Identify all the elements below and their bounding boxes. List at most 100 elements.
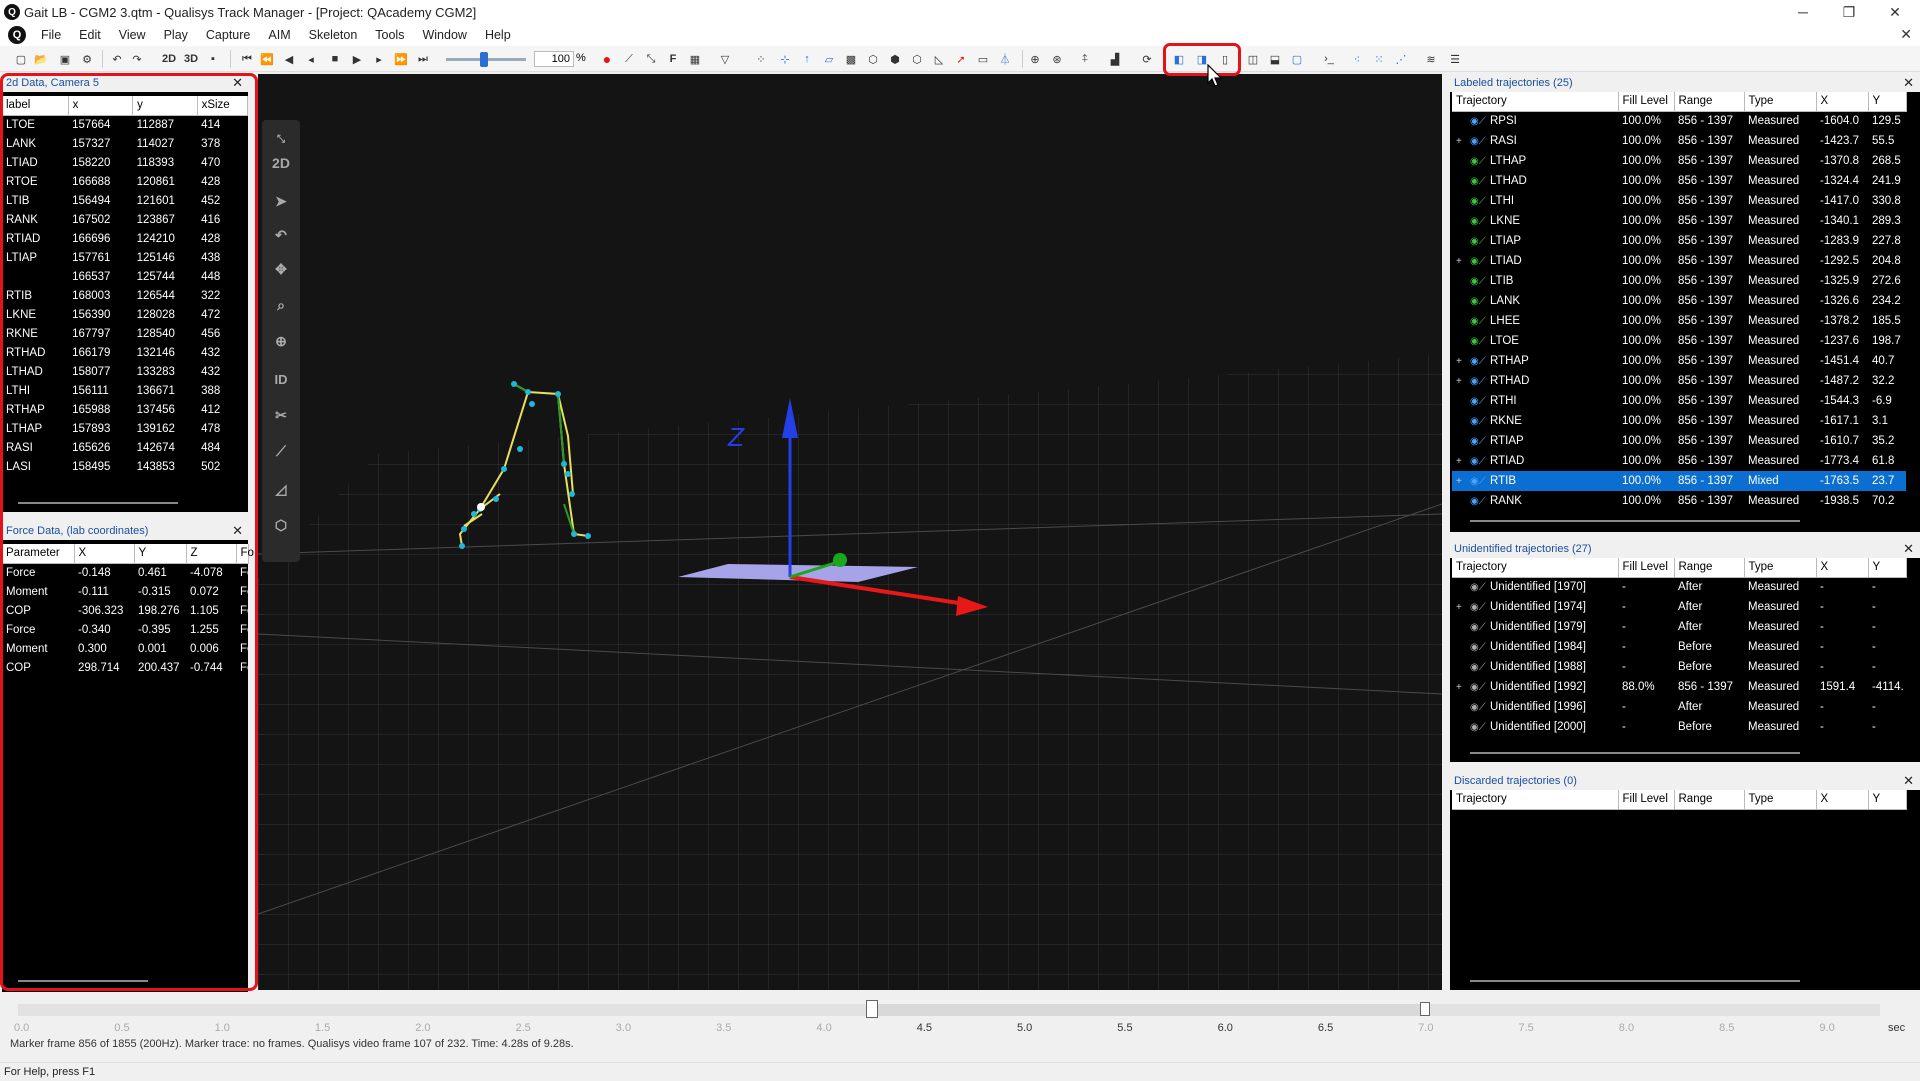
column-header[interactable]: Range bbox=[1674, 790, 1745, 810]
expand-icon[interactable]: + bbox=[1456, 602, 1470, 613]
trajectory-row[interactable]: + ◉⟋ RTIAD 100.0% 856 - 1397 Measured -1773.4 6… bbox=[1452, 451, 1906, 471]
step-back-icon[interactable]: ◀ bbox=[280, 50, 298, 68]
trajectory-row[interactable]: ◉⟋ Unidentified [1988] - Before Measured - - bbox=[1452, 657, 1906, 677]
view-3d-button[interactable]: 3D bbox=[180, 50, 202, 68]
go-to-end-icon[interactable]: ⏭ bbox=[414, 50, 432, 68]
horizontal-scrollbar[interactable] bbox=[1470, 980, 1800, 982]
close-panel-icon[interactable]: ✕ bbox=[1903, 74, 1914, 92]
column-header[interactable]: Trajectory bbox=[1452, 92, 1619, 112]
video-view-icon[interactable]: ▪ bbox=[204, 50, 222, 68]
column-header[interactable]: Type bbox=[1744, 558, 1817, 578]
trajectory-row[interactable]: ◉⟋ RTIAP 100.0% 856 - 1397 Measured -1610.7 35… bbox=[1452, 431, 1906, 451]
skeleton-view-icon[interactable]: ⏃ bbox=[996, 50, 1014, 68]
pan-icon[interactable]: ✥ bbox=[262, 254, 300, 284]
menu-skeleton[interactable]: Skeleton bbox=[300, 24, 367, 46]
trajectory-row[interactable]: + ◉⟋ Unidentified [1992] 88.0% 856 - 1397 Mea… bbox=[1452, 677, 1906, 697]
column-header[interactable]: X bbox=[1816, 92, 1869, 112]
menu-window[interactable]: Window bbox=[413, 24, 475, 46]
column-header[interactable]: Type bbox=[1744, 92, 1817, 112]
timeline-end-handle[interactable] bbox=[1420, 1002, 1430, 1016]
markers-connect-icon[interactable]: ⁙ bbox=[1370, 50, 1388, 68]
panel-left-icon[interactable]: ◫ bbox=[1244, 50, 1262, 68]
menu-capture[interactable]: Capture bbox=[197, 24, 259, 46]
menu-file[interactable]: File bbox=[32, 24, 70, 46]
column-header[interactable]: Range bbox=[1674, 92, 1745, 112]
go-to-start-icon[interactable]: ⏮ bbox=[238, 50, 256, 68]
trajectory-tool-icon[interactable]: ⟋ bbox=[620, 50, 638, 68]
switch-2d-button[interactable]: 2D bbox=[262, 148, 300, 178]
zoom-icon[interactable]: ⌕ bbox=[262, 290, 300, 320]
maximize-button[interactable]: ❐ bbox=[1826, 0, 1872, 24]
markers-icon[interactable]: ⁘ bbox=[752, 50, 770, 68]
analysis-icon[interactable]: ▟ bbox=[1106, 50, 1124, 68]
rigid-body-icon[interactable]: ⬢ bbox=[886, 50, 904, 68]
menu-play[interactable]: Play bbox=[155, 24, 197, 46]
center-on-icon[interactable]: ⊕ bbox=[262, 326, 300, 356]
column-header[interactable]: X bbox=[1816, 558, 1869, 578]
trajectory-row[interactable]: ◉⟋ Unidentified [1996] - After Measured - - bbox=[1452, 697, 1906, 717]
cut-trajectory-icon[interactable]: ✂ bbox=[262, 400, 300, 430]
column-header[interactable]: Trajectory bbox=[1452, 558, 1619, 578]
filter-icon[interactable]: ▽ bbox=[716, 50, 734, 68]
center-icon[interactable]: ⊕ bbox=[1026, 50, 1044, 68]
grid-icon[interactable]: ▦ bbox=[686, 50, 704, 68]
playback-speed-input[interactable]: 100 bbox=[534, 51, 574, 67]
identify-button[interactable]: ID bbox=[262, 364, 300, 394]
track-icon[interactable]: ⊛ bbox=[1048, 50, 1066, 68]
column-header[interactable]: Type bbox=[1744, 790, 1817, 810]
view-2d-button[interactable]: 2D bbox=[158, 50, 180, 68]
qtm-logo-icon[interactable]: Q bbox=[8, 26, 26, 44]
column-header[interactable]: Range bbox=[1674, 558, 1745, 578]
column-header[interactable]: Y bbox=[1868, 92, 1907, 112]
fast-backward-icon[interactable]: ⏪ bbox=[258, 50, 276, 68]
play-backward-icon[interactable]: ◂ bbox=[302, 50, 320, 68]
redo-icon[interactable]: ↷ bbox=[128, 50, 146, 68]
bone-icon[interactable]: ⬡ bbox=[864, 50, 882, 68]
trajectory-row[interactable]: ◉⟋ Unidentified [1984] - Before Measured - - bbox=[1452, 637, 1906, 657]
grid-view-icon[interactable]: ▩ bbox=[842, 50, 860, 68]
panel-full-icon[interactable]: ▢ bbox=[1288, 50, 1306, 68]
close-document-button[interactable]: ✕ bbox=[1900, 26, 1912, 43]
trajectory-row[interactable]: ◉⟋ LANK 100.0% 856 - 1397 Measured -1326.6 234… bbox=[1452, 291, 1906, 311]
trajectory-row[interactable]: ◉⟋ LTIB 100.0% 856 - 1397 Measured -1325.9 272… bbox=[1452, 271, 1906, 291]
bone-tool-icon[interactable]: ⟋ bbox=[262, 436, 300, 466]
trajectory-row[interactable]: ◉⟋ LTHAD 100.0% 856 - 1397 Measured -1324.4 24… bbox=[1452, 171, 1906, 191]
column-header[interactable]: Y bbox=[1868, 558, 1907, 578]
trajectory-row[interactable]: ◉⟋ LTHI 100.0% 856 - 1397 Measured -1417.0 330… bbox=[1452, 191, 1906, 211]
stop-icon[interactable]: ■ bbox=[326, 50, 344, 68]
trajectory-row[interactable]: ◉⟋ RPSI 100.0% 856 - 1397 Measured -1604.0 129… bbox=[1452, 111, 1906, 131]
menu-edit[interactable]: Edit bbox=[70, 24, 110, 46]
expand-icon[interactable]: + bbox=[1456, 682, 1470, 693]
plot-icon[interactable]: ≋ bbox=[1422, 50, 1440, 68]
axes-icon[interactable]: ⊹ bbox=[776, 50, 794, 68]
fast-forward-icon[interactable]: ⏩ bbox=[392, 50, 410, 68]
close-window-button[interactable]: ✕ bbox=[1872, 0, 1918, 24]
trajectory-row[interactable]: + ◉⟋ RTHAP 100.0% 856 - 1397 Measured -1451.4 4… bbox=[1452, 351, 1906, 371]
expand-icon[interactable]: + bbox=[1456, 136, 1470, 147]
column-header[interactable]: Fill Level bbox=[1618, 558, 1675, 578]
step-forward-icon[interactable]: ▸ bbox=[370, 50, 388, 68]
column-header[interactable]: Fill Level bbox=[1618, 790, 1675, 810]
force-arrow-icon[interactable]: ➚ bbox=[952, 50, 970, 68]
column-header[interactable]: Y bbox=[1868, 790, 1907, 810]
new-file-icon[interactable]: ▢ bbox=[12, 50, 30, 68]
person-icon[interactable]: ⍏ bbox=[1076, 50, 1094, 68]
expand-icon[interactable]: + bbox=[1456, 256, 1470, 267]
video-camera-icon[interactable]: ▭ bbox=[974, 50, 992, 68]
panel-bottom-icon[interactable]: ⬓ bbox=[1266, 50, 1284, 68]
save-icon[interactable]: ▣ bbox=[56, 50, 74, 68]
camera-view-icon[interactable]: ◺ bbox=[930, 50, 948, 68]
floor-icon[interactable]: ▱ bbox=[820, 50, 838, 68]
measure-tool-icon[interactable]: ◿ bbox=[262, 474, 300, 504]
close-panel-icon[interactable]: ✕ bbox=[1903, 772, 1914, 790]
play-icon[interactable]: ▶ bbox=[348, 50, 366, 68]
timeline-active-range[interactable] bbox=[870, 1004, 1426, 1016]
playback-speed-slider[interactable] bbox=[446, 52, 526, 67]
expand-icon[interactable]: + bbox=[1456, 476, 1470, 487]
refresh-icon[interactable]: ⟳ bbox=[1138, 50, 1156, 68]
column-header[interactable]: Fill Level bbox=[1618, 92, 1675, 112]
link-tool-icon[interactable]: ⤡ bbox=[642, 50, 660, 68]
select-pointer-icon[interactable]: ➤ bbox=[262, 186, 300, 216]
trajectory-row[interactable]: ◉⟋ LTIAP 100.0% 856 - 1397 Measured -1283.9 22… bbox=[1452, 231, 1906, 251]
menu-aim[interactable]: AIM bbox=[259, 24, 299, 46]
